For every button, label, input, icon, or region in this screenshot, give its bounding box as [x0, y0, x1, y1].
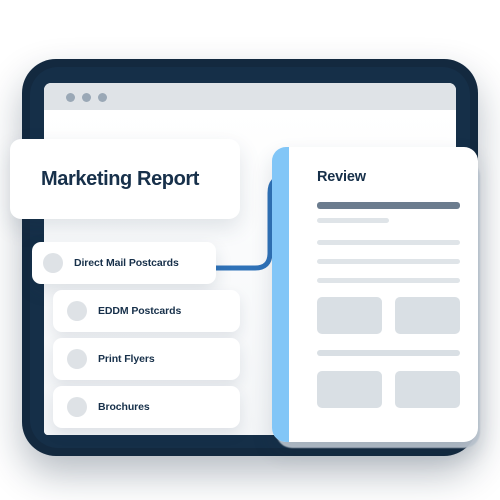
window-dot-maximize-icon[interactable] [98, 93, 107, 102]
placeholder-box-top-left [317, 297, 382, 334]
window-dot-minimize-icon[interactable] [82, 93, 91, 102]
radio-bullet-icon [67, 397, 87, 417]
review-panel-title: Review [317, 169, 366, 185]
page-title: Marketing Report [41, 167, 200, 190]
radio-bullet-icon [43, 253, 63, 273]
placeholder-boxes-top [317, 297, 460, 334]
placeholder-heading-bar [317, 202, 460, 209]
illustration-stage: Review Marketing Report Direct Mail Post… [0, 0, 500, 500]
placeholder-line-bar-2 [317, 259, 460, 264]
placeholder-box-bottom-right [395, 371, 460, 408]
placeholder-box-bottom-left [317, 371, 382, 408]
window-dot-close-icon[interactable] [66, 93, 75, 102]
placeholder-short-bar [317, 218, 389, 223]
marketing-report-card: Marketing Report [10, 139, 240, 219]
option-card-print-flyers[interactable]: Print Flyers [53, 338, 240, 380]
browser-titlebar [44, 83, 456, 110]
review-panel-content: Review [289, 147, 478, 442]
option-label: Print Flyers [98, 353, 155, 365]
radio-bullet-icon [67, 349, 87, 369]
option-label: Brochures [98, 401, 150, 413]
placeholder-boxes-bottom [317, 371, 460, 408]
placeholder-line-bar-1 [317, 240, 460, 245]
review-panel: Review [272, 147, 478, 442]
placeholder-line-bar-3 [317, 278, 460, 283]
placeholder-box-top-right [395, 297, 460, 334]
option-card-eddm-postcards[interactable]: EDDM Postcards [53, 290, 240, 332]
option-label: Direct Mail Postcards [74, 257, 179, 269]
option-card-direct-mail-postcards[interactable]: Direct Mail Postcards [32, 242, 216, 284]
radio-bullet-icon [67, 301, 87, 321]
review-panel-accent-bar [272, 147, 289, 442]
option-label: EDDM Postcards [98, 305, 182, 317]
placeholder-divider-bar [317, 350, 460, 356]
option-card-brochures[interactable]: Brochures [53, 386, 240, 428]
